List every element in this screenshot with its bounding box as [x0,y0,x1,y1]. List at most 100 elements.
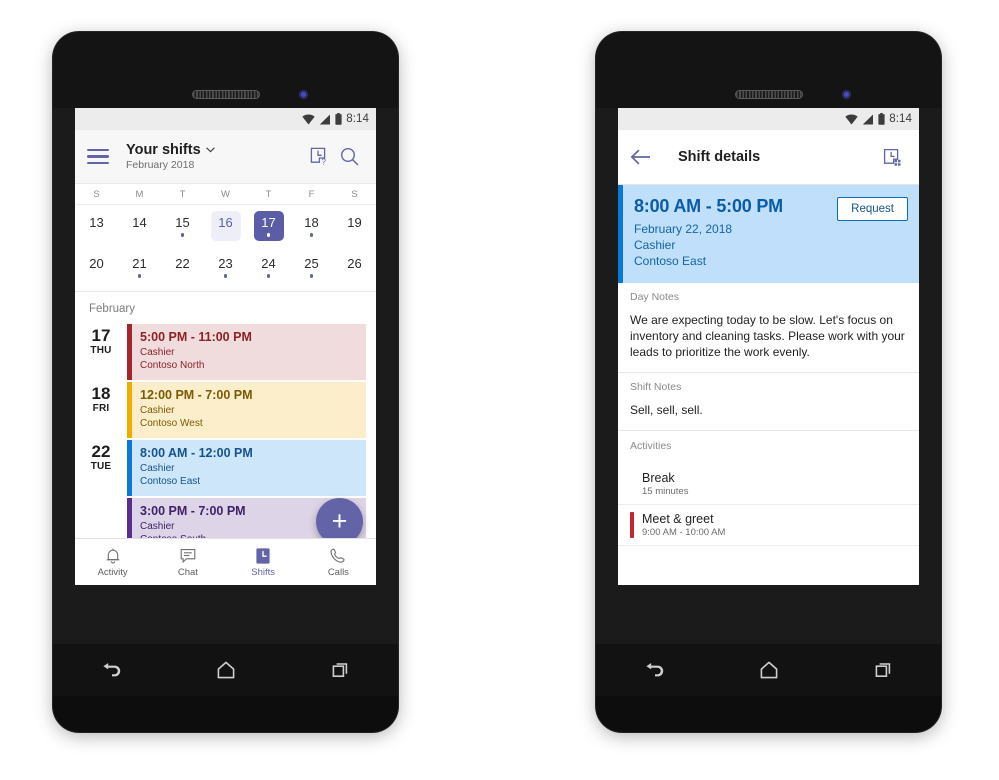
activity-row[interactable]: Break 15 minutes [618,464,919,505]
day-number: 25 [304,256,319,272]
day-inner: 15 [175,215,190,237]
shift-card[interactable]: 5:00 PM - 11:00 PM Cashier Contoso North [127,324,366,380]
calendar-day-13[interactable]: 13 [75,208,118,244]
weekday-header: F [308,189,315,200]
shift-day-number: 18 [91,384,111,403]
calendar-day-16[interactable]: 16 [204,208,247,244]
page-title: Shift details [678,149,761,165]
app-title-block[interactable]: Your shifts February 2018 [126,142,304,171]
right-screen: 8:14 Shift details 8:00 AM - 5:00 PM Feb… [618,108,919,585]
shift-card[interactable]: 12:00 PM - 7:00 PM Cashier Contoso West [127,382,366,438]
calendar-day-15[interactable]: 15 [161,208,204,244]
calendar-day-22[interactable]: 22 [161,249,204,285]
day-inner: 23 [218,256,233,278]
calendar-day-19[interactable]: 19 [333,208,376,244]
calendar-day-21[interactable]: 21 [118,249,161,285]
shift-day-number: 17 [91,326,111,345]
calendar-day-23[interactable]: 23 [204,249,247,285]
earpiece-speaker [734,90,803,99]
back-arrow-icon[interactable] [630,149,660,165]
activity-text: Meet & greet 9:00 AM - 10:00 AM [642,512,725,538]
phone-icon [330,548,345,563]
day-number: 20 [89,256,104,272]
calendar-day-18[interactable]: 18 [290,208,333,244]
calendar-day-17[interactable]: 17 [247,208,290,244]
shift-list-item[interactable]: 18 FRI 12:00 PM - 7:00 PM Cashier Contoso We… [75,382,376,438]
page-title: Your shifts [126,142,304,158]
shift-notes-section: Shift Notes Sell, sell, sell. [618,373,919,431]
battery-icon [878,113,885,125]
activity-row[interactable]: Meet & greet 9:00 AM - 10:00 AM [618,505,919,546]
signal-icon [320,114,331,124]
page-subtitle: February 2018 [126,159,195,171]
calendar-day-20[interactable]: 20 [75,249,118,285]
phone-bottom-bezel [53,696,398,732]
tab-label: Calls [327,566,349,578]
request-button[interactable]: Request [837,197,908,221]
day-inner: 26 [347,256,361,278]
day-inner: 22 [175,256,189,278]
shift-location: Contoso West [140,418,203,429]
activity-name: Break [642,471,675,485]
day-inner: 20 [89,256,103,278]
hamburger-menu-icon[interactable] [87,148,109,165]
bell-icon [106,548,119,563]
add-plus-icon: + [331,506,348,536]
nav-recents-icon[interactable] [330,660,352,680]
right-app-bar: Shift details [618,130,919,185]
calendar-day-24[interactable]: 24 [247,249,290,285]
shift-weekday: FRI [92,403,110,414]
weekday-header: T [179,189,186,200]
activity-detail: 9:00 AM - 10:00 AM [642,527,726,538]
calendar-day-25[interactable]: 25 [290,249,333,285]
shift-list-item[interactable]: 22 TUE 8:00 AM - 12:00 PM Cashier Contoso Ea… [75,440,376,496]
day-number: 19 [347,215,362,231]
day-number: 21 [132,256,147,272]
day-inner: 14 [132,215,146,237]
section-heading: Activities [630,440,672,452]
shift-time: 12:00 PM - 7:00 PM [140,388,253,402]
day-inner: 24 [261,256,276,278]
activities-section: Activities Break 15 minutes Meet & greet 9:… [618,431,919,546]
tab-shifts[interactable]: Shifts [226,547,301,578]
shift-card[interactable]: 8:00 AM - 12:00 PM Cashier Contoso East [127,440,366,496]
nav-recents-icon[interactable] [873,660,895,680]
tab-calls[interactable]: Calls [301,547,376,578]
battery-icon [335,113,342,125]
nav-back-icon[interactable] [643,660,665,680]
weekday-header: S [93,189,100,200]
shift-list[interactable]: February 17 THU 5:00 PM - 11:00 PM Cashier C… [75,292,376,579]
day-number: 23 [218,256,233,272]
activity-detail: 15 minutes [642,486,689,497]
day-number: 13 [89,215,104,231]
tab-label: Shifts [251,566,275,578]
time-clock-help-icon[interactable]: ? [304,147,334,166]
calendar-day-14[interactable]: 14 [118,208,161,244]
weekday-header-row: S M T W T F S [75,184,376,205]
shift-location: Contoso North [140,360,205,371]
search-icon[interactable] [334,147,364,166]
day-shift-dot-icon [266,274,271,278]
day-shift-dot-icon [223,274,228,278]
day-inner: 21 [132,256,147,278]
activity-text: Break 15 minutes [642,471,688,497]
calendar-day-26[interactable]: 26 [333,249,376,285]
nav-home-icon[interactable] [215,660,237,680]
section-heading: Day Notes [630,291,680,303]
screenshot-stage: 8:14 Your shifts February 2018 ? S M T W… [0,0,999,780]
shift-list-item[interactable]: 17 THU 5:00 PM - 11:00 PM Cashier Contoso No… [75,324,376,380]
weekday-header: W [221,189,230,200]
phone-bottom-bezel [596,696,941,732]
tab-chat[interactable]: Chat [150,547,225,578]
day-shift-dot-icon [137,274,142,278]
day-inner: 19 [347,215,361,237]
time-clock-badge-icon[interactable] [877,148,907,167]
nav-home-icon[interactable] [758,660,780,680]
tab-activity[interactable]: Activity [75,547,150,578]
nav-back-icon[interactable] [100,660,122,680]
page-title-text: Your shifts [126,142,201,158]
section-heading: Shift Notes [630,381,682,393]
tab-label: Chat [177,566,198,578]
day-inner: 25 [304,256,319,278]
weekday-header: T [265,189,272,200]
